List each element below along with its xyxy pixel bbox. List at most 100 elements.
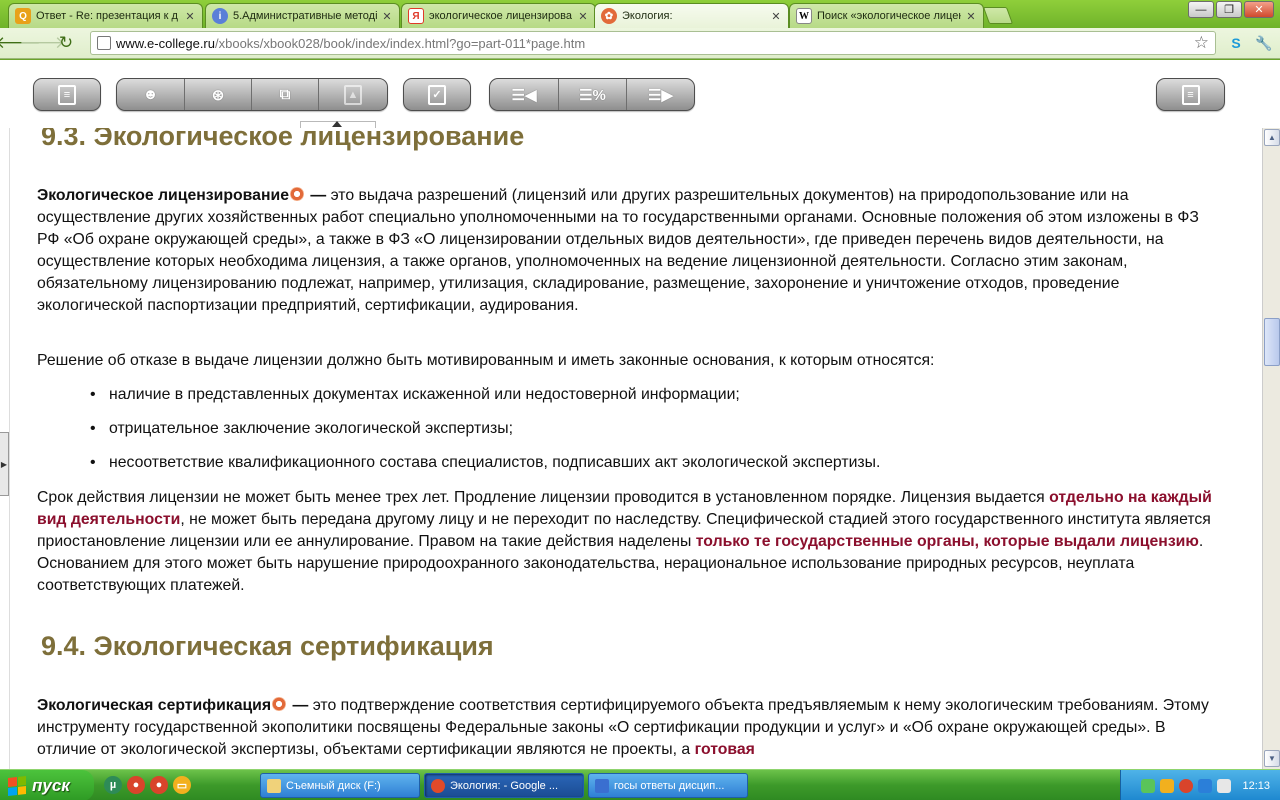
wrench-menu-icon[interactable]: 🔧: [1254, 33, 1274, 53]
navigator-button[interactable]: ⊛: [185, 79, 252, 110]
tray-icon[interactable]: [1179, 778, 1194, 793]
notepad-icon: ≡: [1181, 84, 1200, 105]
tab-title: Ответ - Re: презентация к д: [36, 10, 178, 22]
tab-title: Поиск «экологическое лицен: [817, 10, 961, 22]
address-bar[interactable]: www.e-college.ru/xbooks/xbook028/book/in…: [90, 31, 1216, 55]
tab-yandex-search[interactable]: Я экологическое лицензирова ✕: [401, 3, 596, 28]
new-tab-button[interactable]: [982, 7, 1014, 24]
triangle-right-icon: ▶: [0, 459, 8, 469]
windows-logo-icon: [8, 775, 26, 796]
previous-page-button[interactable]: ☰◀: [490, 79, 559, 110]
tab-favicon-icon: Я: [408, 8, 424, 24]
term-licensing[interactable]: Экологическое лицензирование: [37, 187, 289, 204]
triangle-down-icon: ▼: [1268, 754, 1276, 763]
tray-icon[interactable]: [1198, 778, 1213, 793]
progress-button[interactable]: ☰%: [559, 79, 627, 110]
taskbar-item-removable-disk[interactable]: Съемный диск (F:): [260, 773, 420, 798]
bookmark-star-icon[interactable]: ☆: [1194, 33, 1209, 53]
scroll-up-button[interactable]: ▲: [1264, 129, 1280, 146]
checkbox-icon: ✓: [428, 84, 446, 105]
tab-otvet[interactable]: Q Ответ - Re: презентация к д ✕: [8, 3, 203, 28]
tab-favicon-icon: i: [212, 8, 228, 24]
clock: 12:13: [1242, 779, 1270, 792]
book-group-navigation: ☰◀ ☰% ☰▶: [489, 78, 695, 111]
task-label: госы ответы дисцип...: [614, 779, 725, 792]
definition-dash: —: [306, 187, 331, 204]
side-panel-toggle[interactable]: ▶: [0, 432, 9, 496]
close-window-button[interactable]: ✕: [1244, 1, 1274, 18]
definition-dash: —: [288, 697, 313, 714]
tab-wikipedia-search[interactable]: W Поиск «экологическое лицен ✕: [789, 3, 984, 28]
percent-label: %: [592, 86, 606, 104]
tab-close-icon[interactable]: ✕: [381, 10, 393, 23]
test-button[interactable]: ✓: [404, 79, 470, 110]
glossary-info-icon[interactable]: [290, 187, 304, 201]
scroll-down-button[interactable]: ▼: [1264, 750, 1280, 767]
chrome-icon[interactable]: ●: [127, 776, 145, 794]
tab-title: экологическое лицензирова: [429, 10, 573, 22]
taskbar-item-chrome[interactable]: Экология: - Google ...: [424, 773, 584, 798]
maximize-button[interactable]: ❐: [1216, 1, 1242, 18]
tray-icon[interactable]: [1141, 778, 1156, 793]
browser-toolbar: 🡐 🡒 ↻ www.e-college.ru/xbooks/xbook028/b…: [0, 28, 1280, 59]
book-toolbar: ≡ ☻ ⊛ ⧉ ▲ ✓ ☰◀ ☰% ☰▶ ≡: [0, 60, 1280, 129]
word-document-icon: [595, 778, 609, 793]
page-percent-icon: ☰%: [579, 86, 606, 104]
volume-icon[interactable]: [1217, 778, 1232, 793]
windows-taskbar: пуск µ ● ● ▭ Съемный диск (F:) Экология:…: [0, 769, 1280, 800]
book-icon: ≡: [58, 84, 76, 105]
tab-close-icon[interactable]: ✕: [577, 10, 589, 23]
page-prev-icon: ☰◀: [511, 86, 537, 104]
section-heading-9-4: 9.4. Экологическая сертификация: [41, 631, 494, 661]
tab-ecology-active[interactable]: ✿ Экология: ✕: [594, 3, 789, 28]
glossary-info-icon[interactable]: [272, 697, 287, 711]
tab-strip: Q Ответ - Re: презентация к д ✕ i 5.Адми…: [0, 0, 1280, 28]
reload-button[interactable]: ↻: [54, 31, 78, 55]
text-run: Срок действия лицензии не может быть мен…: [37, 489, 1050, 506]
folder-icon[interactable]: ▭: [173, 776, 191, 794]
list-item: отрицательное заключение экологической э…: [90, 418, 1190, 452]
url-domain: www.e-college.ru: [116, 35, 215, 51]
tab-close-icon[interactable]: ✕: [184, 10, 196, 23]
task-label: Экология: - Google ...: [450, 779, 559, 792]
contents-button[interactable]: ≡: [34, 79, 100, 110]
tray-icon[interactable]: [1160, 778, 1175, 793]
head-profile-icon: ☻: [142, 86, 159, 103]
scroll-thumb[interactable]: [1264, 318, 1280, 366]
tab-admin-methods[interactable]: i 5.Административные методі ✕: [205, 3, 400, 28]
start-button[interactable]: пуск: [0, 770, 94, 800]
minimize-button[interactable]: —: [1188, 1, 1214, 18]
page-icon: [97, 36, 111, 50]
term-certification[interactable]: Экологическая сертификация: [37, 697, 271, 714]
windows-button[interactable]: ⧉: [252, 79, 319, 110]
tab-favicon-icon: W: [796, 8, 812, 24]
tab-favicon-icon: ✿: [601, 8, 617, 24]
refusal-reasons-list: наличие в представленных документах иска…: [90, 384, 1190, 486]
task-label: Съемный диск (F:): [286, 779, 381, 792]
paragraph-certification-definition: Экологическая сертификация — это подтвер…: [37, 695, 1217, 761]
taskbar-item-word-doc[interactable]: госы ответы дисцип...: [588, 773, 748, 798]
vertical-scrollbar[interactable]: ▲ ▼: [1262, 128, 1280, 769]
next-page-button[interactable]: ☰▶: [627, 79, 694, 110]
reload-icon: ↻: [58, 33, 74, 52]
book-group-notes: ≡: [1156, 78, 1225, 111]
start-label: пуск: [32, 775, 70, 795]
tab-close-icon[interactable]: ✕: [770, 10, 782, 23]
quick-launch: µ ● ● ▭: [104, 776, 191, 794]
list-item: наличие в представленных документах иска…: [90, 384, 1190, 418]
url-path: /xbooks/xbook028/book/index/index.html?g…: [215, 35, 586, 51]
chrome-icon: [431, 778, 445, 793]
glossary-button[interactable]: ☻: [117, 79, 185, 110]
gallery-button[interactable]: ▲: [319, 79, 387, 110]
tab-favicon-icon: Q: [15, 8, 31, 24]
forward-button[interactable]: 🡒: [19, 31, 65, 55]
definition-text: это выдача разрешений (лицензий или друг…: [37, 187, 1199, 314]
skype-extension-icon[interactable]: S: [1226, 33, 1246, 53]
utorrent-icon[interactable]: µ: [104, 776, 122, 794]
tab-close-icon[interactable]: ✕: [965, 10, 977, 23]
image-icon: ▲: [344, 84, 362, 105]
notes-button[interactable]: ≡: [1157, 79, 1224, 110]
chrome-icon[interactable]: ●: [150, 776, 168, 794]
tab-title: 5.Административные методі: [233, 10, 377, 22]
page-next-icon: ☰▶: [648, 86, 673, 104]
